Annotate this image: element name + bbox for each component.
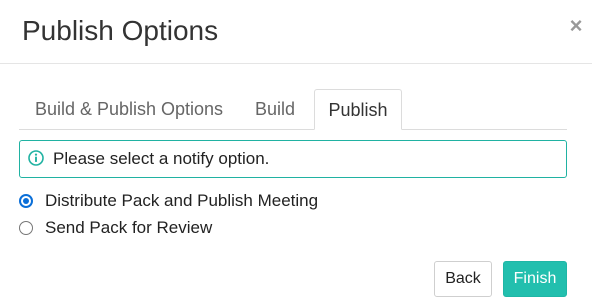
info-alert: Please select a notify option. [19,140,567,178]
back-button[interactable]: Back [434,261,492,297]
finish-button[interactable]: Finish [503,261,567,297]
option-label: Send Pack for Review [45,218,213,237]
option-label: Distribute Pack and Publish Meeting [45,191,319,210]
tab-build[interactable]: Build [244,89,306,129]
radio-send-for-review[interactable] [19,221,33,235]
tab-bar: Build & Publish Options Build Publish [19,89,567,130]
tab-publish[interactable]: Publish [314,89,402,130]
dialog-header: Publish Options × [0,0,592,64]
tab-build-publish-options[interactable]: Build & Publish Options [24,89,234,129]
radio-distribute-pack[interactable] [19,194,33,208]
close-icon[interactable]: × [566,15,586,37]
dialog-title: Publish Options [22,15,219,46]
alert-message: Please select a notify option. [53,149,270,168]
info-circle-icon [28,150,44,166]
